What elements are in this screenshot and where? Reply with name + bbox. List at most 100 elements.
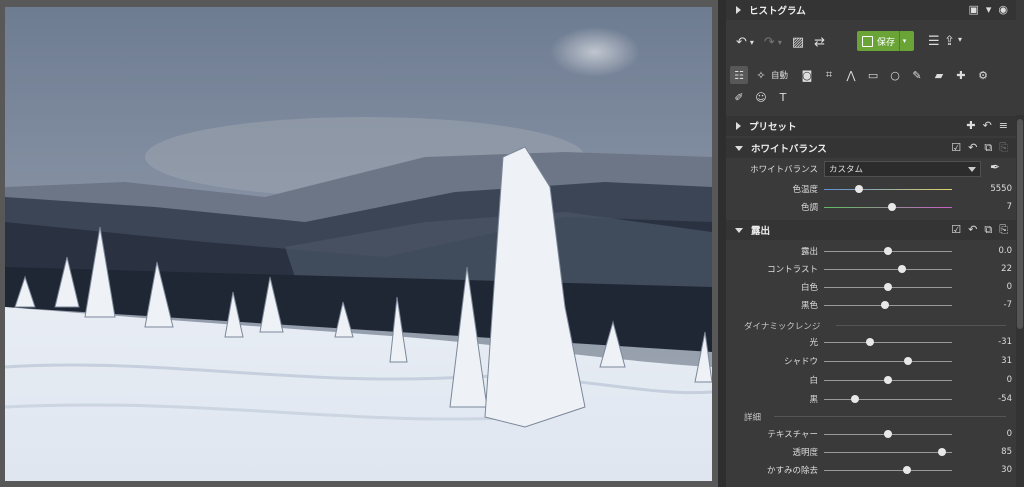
slider-thumb[interactable]: [866, 337, 875, 346]
photo-canvas[interactable]: [5, 7, 712, 481]
display-mode-icon[interactable]: ▣: [968, 3, 978, 17]
slider-track[interactable]: [824, 429, 952, 438]
slider-thumb[interactable]: [887, 202, 896, 211]
bandage-icon[interactable]: ✚: [952, 66, 970, 84]
exposure-header[interactable]: 露出 ☑ ↶ ⧉ ⎘: [726, 220, 1016, 240]
scrollbar-thumb[interactable]: [1017, 119, 1023, 329]
slider-track[interactable]: [824, 300, 952, 309]
copy-icon[interactable]: ⧉: [984, 141, 992, 155]
slider-thumb[interactable]: [884, 375, 892, 384]
slider-label: 透明度: [792, 448, 818, 458]
copy-icon[interactable]: ⧉: [984, 223, 992, 237]
panel-scrollbar[interactable]: [1016, 115, 1024, 487]
brush-icon[interactable]: ✎: [908, 66, 926, 84]
divider: [774, 416, 1006, 417]
slider-thumb[interactable]: [854, 184, 863, 193]
paste-icon[interactable]: ⎘: [999, 141, 1008, 155]
reset-icon[interactable]: ↶: [983, 119, 992, 133]
slider-value[interactable]: -54: [952, 394, 1012, 404]
slider-thumb[interactable]: [850, 394, 859, 403]
gear-icon[interactable]: ⚙: [974, 66, 992, 84]
slider-row: コントラスト 22: [726, 260, 1016, 278]
undo-menu-icon[interactable]: ▾: [750, 38, 754, 47]
redo-menu-icon[interactable]: ▾: [778, 38, 782, 47]
slider-track[interactable]: [824, 246, 952, 255]
sliders-icon[interactable]: ☰: [928, 34, 940, 49]
slider-track[interactable]: [824, 356, 952, 365]
enable-checkbox-icon[interactable]: ☑: [951, 141, 961, 155]
camera-icon[interactable]: ◙: [798, 66, 816, 84]
slider-track[interactable]: [824, 447, 952, 456]
slider-thumb[interactable]: [884, 429, 892, 438]
paste-icon[interactable]: ⎘: [999, 223, 1008, 237]
slider-value[interactable]: -7: [952, 300, 1012, 310]
face-icon[interactable]: ☺: [752, 88, 770, 106]
clipping-toggle-icon[interactable]: ◉: [998, 3, 1008, 17]
image-compare-icon[interactable]: ▨: [792, 35, 804, 50]
add-preset-icon[interactable]: ✚: [966, 119, 975, 133]
panel-divider[interactable]: [718, 0, 726, 487]
slider-row: 黒 -54: [726, 390, 1016, 408]
reset-icon[interactable]: ↶: [968, 141, 977, 155]
chevron-down-icon[interactable]: ▾: [986, 3, 992, 17]
share-menu-icon[interactable]: ▾: [958, 35, 962, 44]
share-icon[interactable]: ⇪: [944, 34, 955, 49]
slider-track[interactable]: [824, 337, 952, 346]
slider-thumb[interactable]: [881, 300, 890, 309]
exposure-title: 露出: [751, 226, 771, 237]
histogram-header[interactable]: ヒストグラム ▣ ▾ ◉: [726, 0, 1016, 20]
presets-header[interactable]: プリセット ✚ ↶ ≡: [726, 116, 1016, 136]
adjust-tool-icon[interactable]: ☷: [730, 66, 748, 84]
slider-row: 白0: [726, 371, 1016, 389]
auto-label[interactable]: 自動: [771, 69, 788, 81]
slider-row: 露出 0.0: [726, 242, 1016, 260]
reset-icon[interactable]: ↶: [968, 223, 977, 237]
slider-thumb[interactable]: [898, 264, 907, 273]
slider-value[interactable]: 22: [952, 264, 1012, 274]
text-tool-icon[interactable]: T: [774, 88, 792, 106]
slider-track[interactable]: [824, 282, 952, 291]
menu-icon[interactable]: ≡: [999, 119, 1008, 133]
slider-track[interactable]: [824, 465, 952, 474]
redo-icon[interactable]: ↷: [764, 35, 775, 50]
slider-track[interactable]: [824, 375, 952, 384]
flip-icon[interactable]: ⇄: [814, 35, 825, 50]
slider-thumb[interactable]: [884, 282, 892, 291]
slider-label: 露出: [800, 247, 818, 257]
slider-value[interactable]: 31: [952, 356, 1012, 366]
slider-value[interactable]: -31: [952, 337, 1012, 347]
text-box-icon[interactable]: ▭: [864, 66, 882, 84]
slider-value[interactable]: 85: [952, 447, 1012, 457]
slider-track[interactable]: [824, 184, 952, 193]
undo-icon[interactable]: ↶: [736, 35, 747, 50]
eyedropper-icon[interactable]: ✒: [990, 160, 1000, 174]
chevron-down-icon: [968, 167, 976, 172]
perspective-icon[interactable]: ⋀: [842, 66, 860, 84]
white-balance-header[interactable]: ホワイトバランス ☑ ↶ ⧉ ⎘: [726, 138, 1016, 158]
save-button[interactable]: 保存 ▾: [857, 31, 914, 51]
slider-thumb[interactable]: [937, 447, 946, 456]
slider-thumb[interactable]: [904, 356, 913, 365]
slider-value[interactable]: 0.0: [952, 246, 1012, 256]
slider-value[interactable]: 0: [952, 282, 1012, 292]
eraser-icon[interactable]: ▰: [930, 66, 948, 84]
crop-icon[interactable]: ⌗: [820, 66, 838, 84]
slider-track[interactable]: [824, 202, 952, 211]
circle-mask-icon[interactable]: ○: [886, 66, 904, 84]
auto-wand-icon[interactable]: ✧: [752, 66, 770, 84]
slider-value[interactable]: 30: [952, 465, 1012, 475]
slider-track[interactable]: [824, 394, 952, 403]
slider-value[interactable]: 0: [952, 429, 1012, 439]
save-dropdown-icon[interactable]: ▾: [899, 31, 909, 51]
slider-value[interactable]: 7: [952, 202, 1012, 212]
enable-checkbox-icon[interactable]: ☑: [951, 223, 961, 237]
slider-value[interactable]: 0: [952, 375, 1012, 385]
white-balance-select[interactable]: カスタム: [824, 161, 981, 177]
pen-icon[interactable]: ✐: [730, 88, 748, 106]
slider-row: 透明度 85: [726, 443, 1016, 461]
slider-thumb[interactable]: [903, 465, 912, 474]
slider-thumb[interactable]: [884, 246, 892, 255]
photo-viewer[interactable]: [0, 0, 718, 487]
slider-value[interactable]: 5550: [952, 184, 1012, 194]
slider-track[interactable]: [824, 264, 952, 273]
